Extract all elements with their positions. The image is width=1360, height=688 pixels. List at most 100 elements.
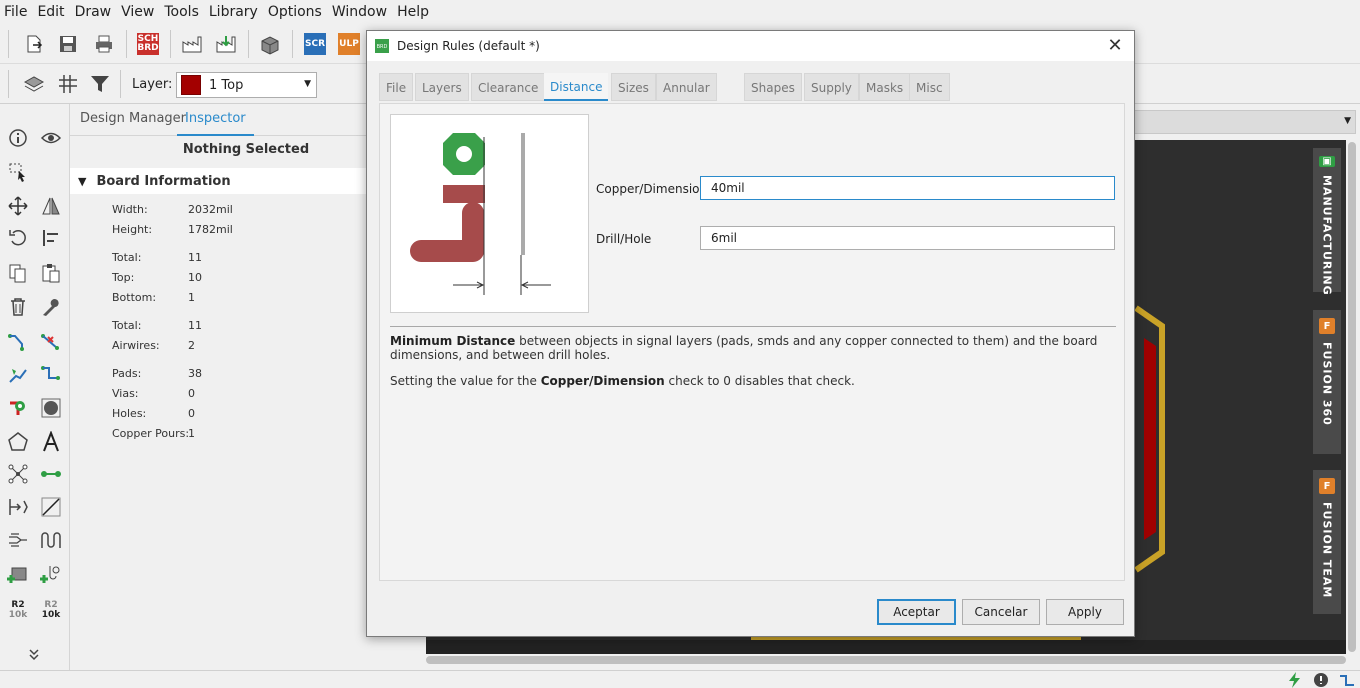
optimize-route-icon[interactable] [39,363,63,387]
board-information-header[interactable]: ▼ Board Information [70,168,370,194]
tab-misc[interactable]: Misc [909,73,950,101]
paste-icon[interactable] [39,261,63,285]
command-combo[interactable]: ▼ [1134,110,1356,134]
menu-edit[interactable]: Edit [32,4,69,20]
tab-annular-ring[interactable]: Annular Ring [656,73,717,123]
manufacturing-icon: ▣ [1319,156,1335,167]
toolbar-separator [170,30,171,58]
menu-options[interactable]: Options [263,4,327,20]
tab-design-manager[interactable]: Design Manager [72,104,194,136]
horizontal-scrollbar[interactable] [426,656,1346,664]
cancel-button[interactable]: Cancelar [962,599,1040,625]
net-icon[interactable] [6,462,30,486]
side-tab-manufacturing[interactable]: ▣ MANUFACTURING [1313,148,1341,296]
delete-icon[interactable] [6,295,30,319]
route-icon[interactable] [6,330,30,354]
grid-icon[interactable] [56,72,80,96]
signal-icon[interactable] [6,495,30,519]
script-icon[interactable]: SCR [303,32,327,56]
brd-icon: BRD [375,39,389,53]
close-icon[interactable]: ✕ [1102,33,1128,59]
layers-icon[interactable] [22,72,46,96]
prop-value: 38 [188,367,202,380]
side-tab-fusion-360[interactable]: F FUSION 360 [1313,310,1341,454]
value-tool-icon[interactable]: R2 10k [39,598,63,622]
add-part-icon[interactable] [39,562,63,586]
add-component-icon[interactable] [6,562,30,586]
illustration-smd [443,185,485,203]
filter-icon[interactable] [88,72,112,96]
prop-key: Copper Pours: [112,427,190,440]
wire-icon[interactable] [39,462,63,486]
sch-brd-switch-icon[interactable]: SCH BRD [136,32,160,56]
side-tab-fusion-team[interactable]: F FUSION TEAM [1313,470,1341,614]
tab-distance[interactable]: Distance [544,73,609,101]
chevron-down-icon: ▼ [1344,116,1351,126]
description-paragraph: Setting the value for the Copper/Dimensi… [390,374,1116,388]
fusion-icon: F [1319,478,1335,494]
open-file-icon[interactable] [22,32,46,56]
move-icon[interactable] [6,194,30,218]
warning-icon[interactable] [1312,672,1330,688]
apply-button[interactable]: Apply [1046,599,1124,625]
layer-select[interactable]: 1 Top ▼ [176,72,317,98]
menu-help[interactable]: Help [392,4,434,20]
menu-draw[interactable]: Draw [70,4,117,20]
info-icon[interactable] [6,126,30,150]
vertical-scrollbar[interactable] [1348,142,1356,652]
tab-clearance[interactable]: Clearance [471,73,546,101]
prop-value: 11 [188,319,202,332]
arrow-left-icon [520,281,551,289]
r2-label: R2 [44,600,58,610]
drill-hole-input[interactable] [700,226,1115,250]
menu-library[interactable]: Library [204,4,263,20]
differential-pair-icon[interactable] [6,528,30,552]
prop-key: Vias: [112,387,139,400]
prop-key: Holes: [112,407,147,420]
3d-view-icon[interactable] [258,32,282,56]
hole-icon[interactable] [39,396,63,420]
tab-masks[interactable]: Masks [859,73,911,101]
chevron-down-icon: ▼ [304,79,311,89]
wrench-icon[interactable] [39,295,63,319]
cam-processor-icon[interactable] [180,32,204,56]
menu-window[interactable]: Window [327,4,392,20]
menu-tools[interactable]: Tools [159,4,204,20]
tab-inspector[interactable]: Inspector [177,104,254,136]
save-icon[interactable] [56,32,80,56]
lightning-icon[interactable] [1286,672,1304,688]
select-icon[interactable] [6,160,30,184]
ulp-icon[interactable]: ULP [337,32,361,56]
toolbar-separator [8,70,9,98]
mirror-icon[interactable] [39,194,63,218]
print-icon[interactable] [92,32,116,56]
double-chevron-down-icon[interactable] [22,642,46,666]
tab-shapes[interactable]: Shapes [744,73,802,101]
menu-file[interactable]: File [0,4,32,20]
polygon-icon[interactable] [6,430,30,454]
copy-icon[interactable] [6,261,30,285]
line-icon[interactable] [39,495,63,519]
align-icon[interactable] [39,226,63,250]
autorouter-icon[interactable] [6,363,30,387]
meander-icon[interactable] [39,528,63,552]
ripup-icon[interactable] [39,330,63,354]
copper-dimension-input[interactable] [700,176,1115,200]
arrow-right-icon [453,281,485,289]
tab-layers[interactable]: Layers [415,73,469,101]
rotate-icon[interactable] [6,226,30,250]
menu-view[interactable]: View [116,4,159,20]
tab-supply[interactable]: Supply [804,73,859,101]
accept-button[interactable]: Aceptar [877,599,956,625]
text-icon[interactable] [39,430,63,454]
prop-value: 11 [188,251,202,264]
prop-value: 2032mil [188,203,233,216]
tab-sizes[interactable]: Sizes [611,73,656,101]
name-tool-icon[interactable]: R2 10k [6,598,30,622]
via-icon[interactable] [6,396,30,420]
tab-file[interactable]: File [379,73,414,101]
show-icon[interactable] [39,126,63,150]
export-icon[interactable] [214,32,238,56]
route-status-icon[interactable] [1338,672,1356,688]
prop-value: 1 [188,291,195,304]
